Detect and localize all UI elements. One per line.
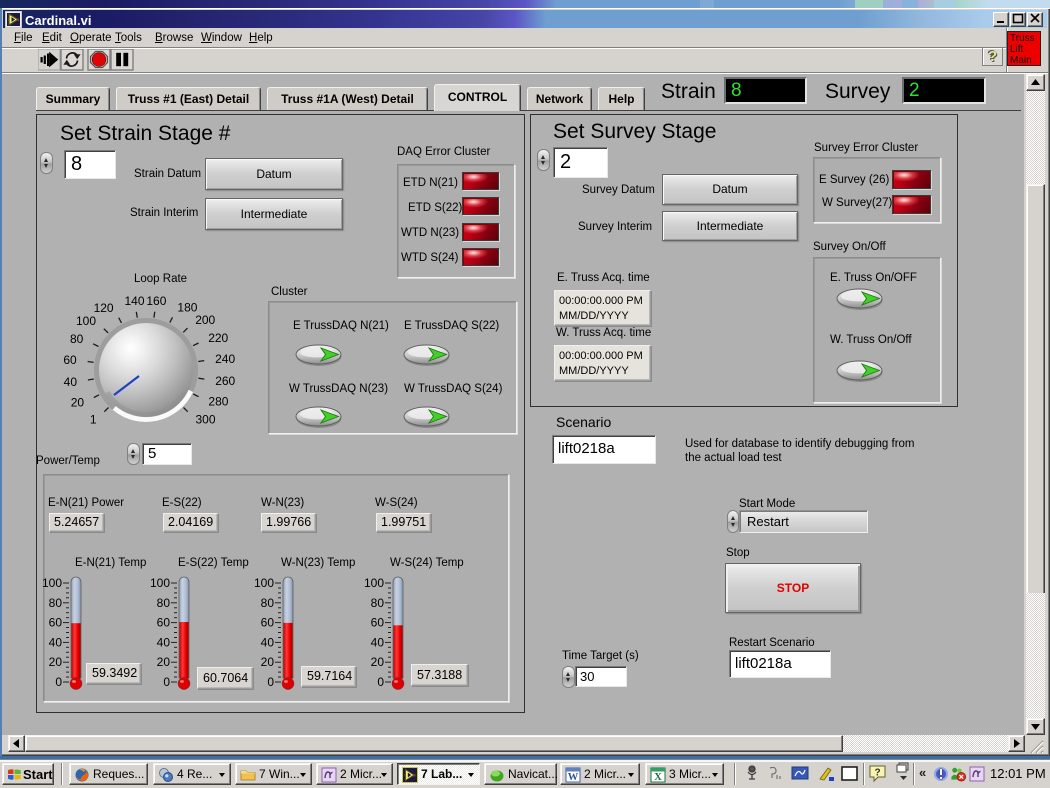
svg-text:20: 20 xyxy=(371,655,385,669)
svg-text:60: 60 xyxy=(63,353,77,367)
svg-text:0: 0 xyxy=(55,675,62,689)
svg-text:40: 40 xyxy=(64,375,78,389)
svg-text:100: 100 xyxy=(150,576,170,590)
svg-text:0: 0 xyxy=(267,675,274,689)
svg-text:260: 260 xyxy=(215,374,235,388)
svg-text:100: 100 xyxy=(364,576,384,590)
svg-text:80: 80 xyxy=(70,332,84,346)
svg-text:100: 100 xyxy=(254,576,274,590)
svg-text:80: 80 xyxy=(261,596,275,610)
svg-text:100: 100 xyxy=(42,576,62,590)
svg-text:140: 140 xyxy=(124,294,144,308)
svg-text:60: 60 xyxy=(371,616,385,630)
svg-text:40: 40 xyxy=(261,635,275,649)
svg-text:100: 100 xyxy=(76,314,96,328)
svg-text:200: 200 xyxy=(195,313,215,327)
svg-text:0: 0 xyxy=(163,675,170,689)
svg-text:60: 60 xyxy=(157,616,171,630)
svg-text:60: 60 xyxy=(49,616,63,630)
svg-text:80: 80 xyxy=(157,596,171,610)
svg-text:220: 220 xyxy=(208,331,228,345)
svg-text:300: 300 xyxy=(196,413,216,427)
svg-text:20: 20 xyxy=(261,655,275,669)
svg-text:40: 40 xyxy=(157,635,171,649)
svg-text:0: 0 xyxy=(377,675,384,689)
svg-text:120: 120 xyxy=(94,301,114,315)
svg-text:X: X xyxy=(654,772,662,783)
svg-text:160: 160 xyxy=(146,294,166,308)
svg-text:W: W xyxy=(568,772,579,783)
svg-text:20: 20 xyxy=(157,655,171,669)
svg-text:40: 40 xyxy=(49,635,63,649)
svg-text:20: 20 xyxy=(71,396,85,410)
svg-text:?: ? xyxy=(874,768,880,779)
svg-text:280: 280 xyxy=(208,395,228,409)
svg-text:80: 80 xyxy=(49,596,63,610)
svg-text:40: 40 xyxy=(371,635,385,649)
svg-text:80: 80 xyxy=(371,596,385,610)
svg-text:240: 240 xyxy=(215,352,235,366)
svg-text:1: 1 xyxy=(90,413,97,427)
svg-text:20: 20 xyxy=(49,655,63,669)
svg-text:60: 60 xyxy=(261,616,275,630)
